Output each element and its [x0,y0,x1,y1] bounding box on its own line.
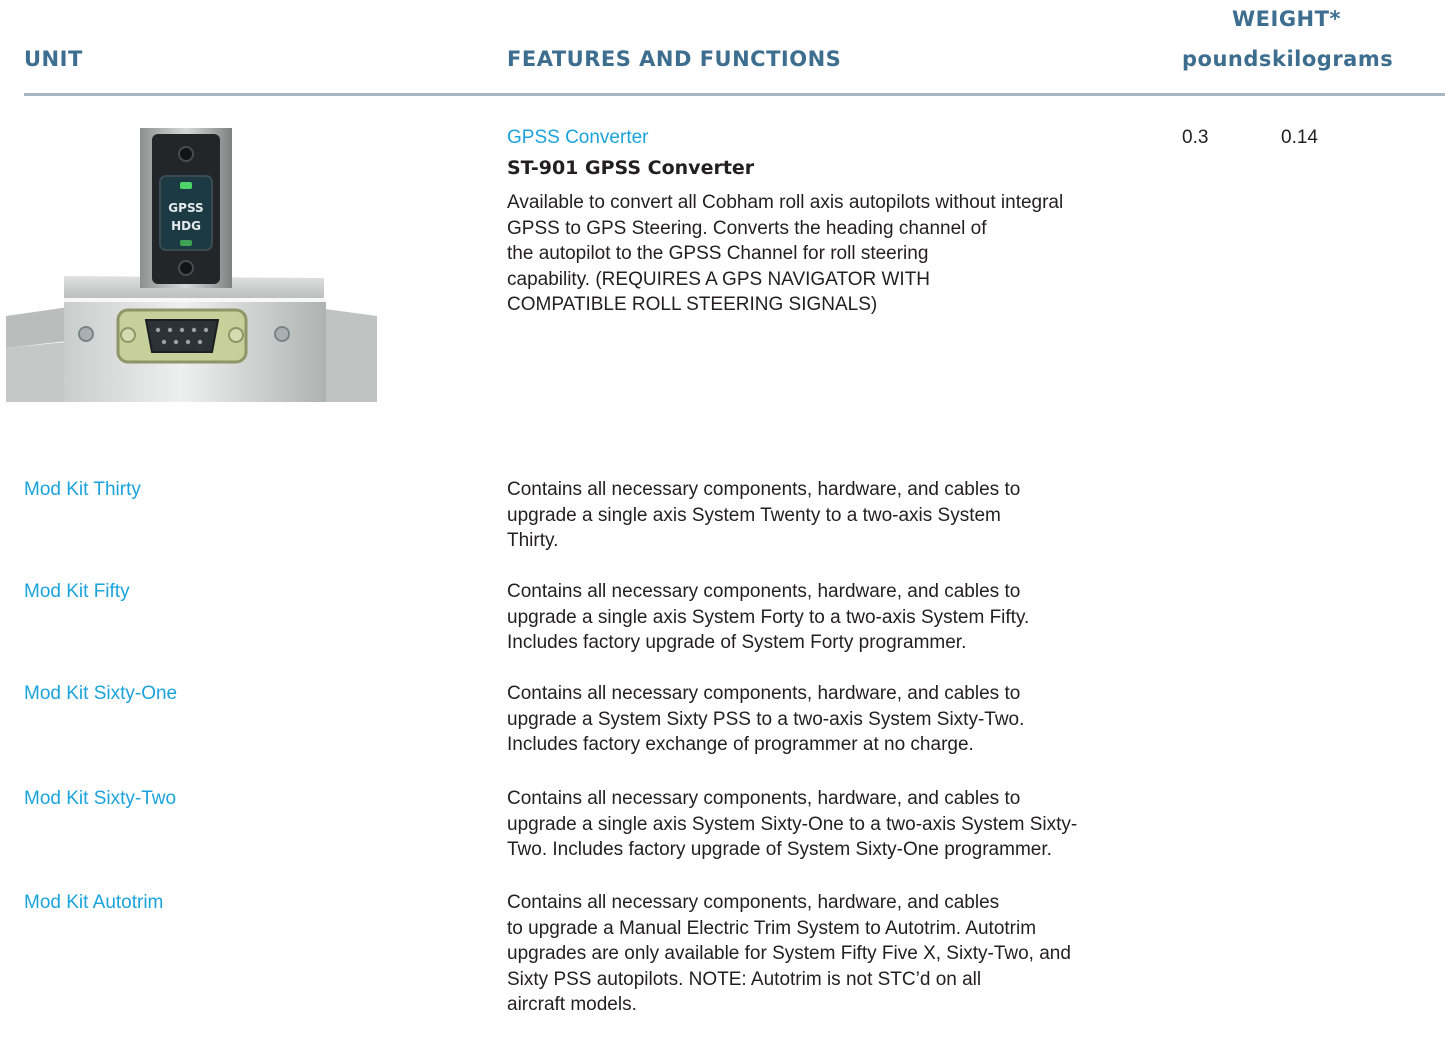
description-line: Contains all necessary components, hardw… [507,892,1000,913]
kit-description: Contains all necessary components, hardw… [507,681,1024,758]
description-line: upgrades are only available for System F… [507,943,1071,964]
column-header-weight: WEIGHT* [1232,7,1341,31]
description-line: Thirty. [507,530,559,551]
description-line: Available to convert all Cobham roll axi… [507,192,1064,213]
column-header-kilograms: kilograms [1272,47,1394,71]
kit-description: Contains all necessary components, hardw… [507,786,1077,863]
gpss-converter-photo: GPSS HDG [6,128,377,402]
description-line: capability. (REQUIRES A GPS NAVIGATOR WI… [507,268,931,290]
header-divider [24,93,1445,96]
unit-mod-kit-sixty-one: Mod Kit Sixty-One [24,683,178,704]
column-header-pounds: pounds [1182,47,1272,71]
description-line: Includes factory upgrade of System Forty… [507,632,967,653]
description-line: the autopilot to the GPSS Channel for ro… [507,243,929,264]
photo-label-gpss: GPSS [168,201,203,215]
description-line: upgrade a single axis System Forty to a … [507,606,1030,628]
description-line: upgrade a System Sixty PSS to a two-axis… [507,708,1025,730]
description-line: Contains all necessary components, hardw… [507,581,1021,602]
unit-mod-kit-sixty-two: Mod Kit Sixty-Two [24,788,177,809]
kit-description: Contains all necessary components, hardw… [507,890,1071,1018]
kit-description: Contains all necessary components, hardw… [507,579,1029,656]
gpss-weight-pounds: 0.3 [1182,127,1209,148]
column-header-features: FEATURES AND FUNCTIONS [507,47,842,71]
description-line: upgrade a single axis System Sixty-One t… [507,813,1078,835]
description-line: Contains all necessary components, hardw… [507,788,1021,809]
description-line: GPSS to GPS Steering. Converts the headi… [507,217,987,239]
description-line: upgrade a single axis System Twenty to a… [507,504,1001,526]
kit-description: Contains all necessary components, hardw… [507,477,1020,554]
unit-mod-kit-autotrim: Mod Kit Autotrim [24,892,164,913]
description-line: Two. Includes factory upgrade of System … [507,839,1052,860]
description-line: Contains all necessary components, hardw… [507,479,1021,500]
description-line: Sixty PSS autopilots. NOTE: Autotrim is … [507,968,982,990]
gpss-category-label: GPSS Converter [507,127,649,148]
description-line: COMPATIBLE ROLL STEERING SIGNALS) [507,294,878,315]
column-header-unit: UNIT [24,47,83,71]
description-line: Contains all necessary components, hardw… [507,683,1021,704]
description-line: aircraft models. [507,994,637,1015]
description-line: Includes factory exchange of programmer … [507,734,974,755]
unit-mod-kit-fifty: Mod Kit Fifty [24,581,130,602]
gpss-weight-kilograms: 0.14 [1281,127,1318,148]
gpss-description: Available to convert all Cobham roll axi… [507,190,1063,318]
unit-mod-kit-thirty: Mod Kit Thirty [24,479,141,500]
gpss-model-title: ST-901 GPSS Converter [507,157,755,179]
description-line: to upgrade a Manual Electric Trim System… [507,917,1037,939]
photo-label-hdg: HDG [171,219,201,233]
